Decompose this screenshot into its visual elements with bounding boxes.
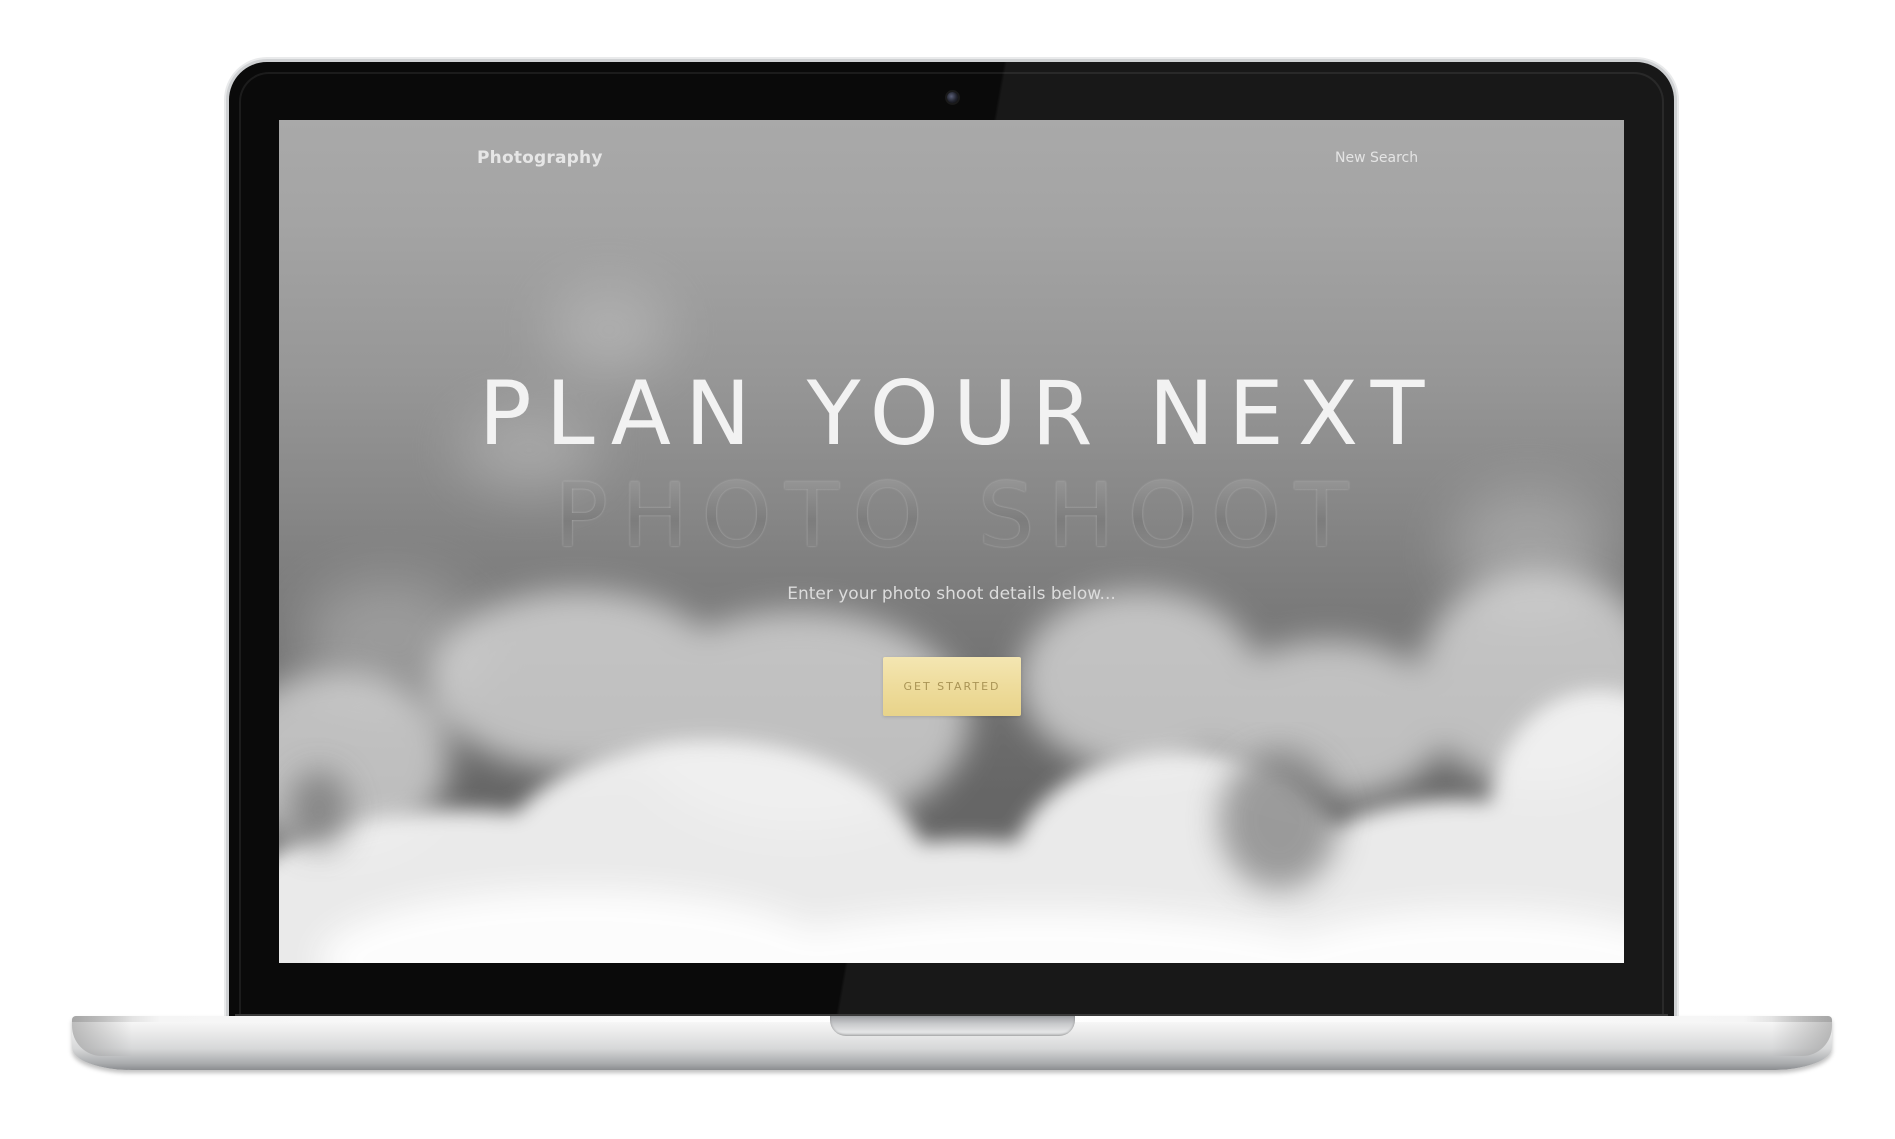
laptop-screen: Photography New Search PLAN YOUR NEXT PH… (279, 120, 1624, 963)
get-started-button[interactable]: GET STARTED (883, 657, 1021, 716)
base-edge-left (72, 1016, 132, 1056)
new-search-link[interactable]: New Search (1335, 150, 1418, 166)
get-started-label: GET STARTED (903, 680, 1001, 693)
brand-logo[interactable]: Photography (477, 148, 603, 168)
device-mockup: Photography New Search PLAN YOUR NEXT PH… (0, 0, 1895, 1139)
lid-notch (830, 1016, 1075, 1036)
hero-subtitle: Enter your photo shoot details below... (787, 584, 1116, 604)
hero-title-line-1: PLAN YOUR NEXT (478, 362, 1439, 465)
hero-title-line-2: PHOTO SHOOT (279, 472, 1624, 560)
webcam-icon (947, 92, 958, 103)
base-edge-right (1772, 1016, 1832, 1056)
laptop-base (72, 1016, 1832, 1070)
